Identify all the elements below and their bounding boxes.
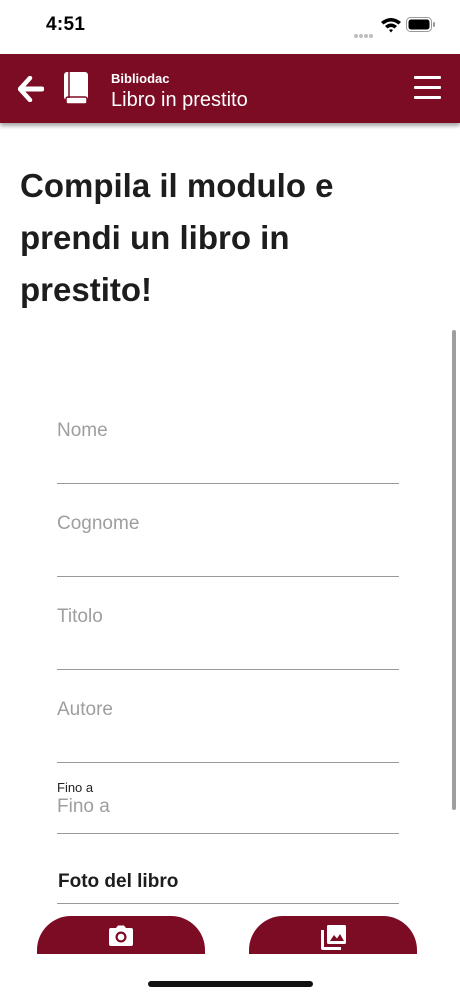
scrollbar[interactable]: [452, 330, 456, 810]
camera-icon: [109, 925, 133, 946]
titolo-field[interactable]: Titolo: [57, 596, 399, 670]
status-time: 4:51: [46, 14, 86, 35]
hamburger-menu-icon[interactable]: [414, 76, 441, 100]
battery-icon: [406, 17, 435, 32]
fino-a-placeholder: Fino a: [57, 796, 110, 817]
app-bar: Bibliodac Libro in prestito: [0, 54, 460, 123]
home-indicator[interactable]: [148, 981, 313, 987]
camera-button[interactable]: [37, 916, 205, 954]
gallery-button[interactable]: [249, 916, 417, 954]
cognome-placeholder: Cognome: [57, 513, 140, 534]
nome-field[interactable]: Nome: [57, 410, 399, 484]
back-arrow-icon[interactable]: [18, 76, 44, 102]
signal-dots-icon: [354, 25, 376, 38]
wifi-icon: [381, 18, 401, 33]
gallery-icon: [321, 925, 346, 950]
autore-placeholder: Autore: [57, 699, 113, 720]
fino-a-label: Fino a: [57, 780, 94, 795]
status-bar: 4:51: [0, 0, 460, 54]
photo-section-label: Foto del libro: [58, 871, 179, 892]
cognome-field[interactable]: Cognome: [57, 503, 399, 577]
fino-a-field[interactable]: Fino a Fino a: [57, 780, 399, 834]
divider: [57, 903, 399, 904]
autore-field[interactable]: Autore: [57, 689, 399, 763]
page-heading: Compila il modulo e prendi un libro in p…: [20, 167, 334, 308]
app-title: Libro in prestito: [111, 89, 248, 111]
app-subtitle: Bibliodac: [111, 71, 170, 86]
nome-placeholder: Nome: [57, 420, 108, 441]
titolo-placeholder: Titolo: [57, 606, 103, 627]
book-icon: [64, 72, 88, 105]
